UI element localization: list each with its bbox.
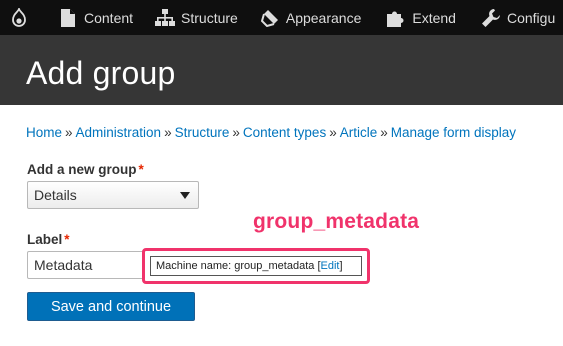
breadcrumb: Home» Administration» Structure» Content ty… <box>26 124 516 142</box>
file-icon <box>58 8 78 28</box>
breadcrumb-structure[interactable]: Structure <box>175 125 230 140</box>
wrench-icon <box>481 8 501 28</box>
required-marker: * <box>138 162 144 177</box>
add-group-label: Add a new group * <box>27 161 144 179</box>
save-and-continue-button[interactable]: Save and continue <box>27 292 195 321</box>
toolbar-item-appearance[interactable]: Appearance <box>260 0 362 35</box>
machine-name-field: Machine name: group_metadata [Edit] <box>150 256 362 276</box>
breadcrumb-separator: » <box>164 125 172 140</box>
group-type-select[interactable]: Details <box>27 181 199 209</box>
add-group-label-text: Add a new group <box>27 162 137 177</box>
sitemap-icon <box>155 8 176 28</box>
paintbrush-icon <box>260 8 280 28</box>
breadcrumb-manage-form-display[interactable]: Manage form display <box>391 125 516 140</box>
toolbar-item-label: Configu <box>506 9 556 26</box>
toolbar-item-extend[interactable]: Extend <box>386 0 456 35</box>
breadcrumb-separator: » <box>329 125 337 140</box>
toolbar-item-label: Extend <box>412 9 456 26</box>
toolbar-item-structure[interactable]: Structure <box>155 0 238 35</box>
machine-name-text: Machine name: group_metadata <box>156 260 315 272</box>
label-input-value: Metadata <box>34 257 93 273</box>
annotation-label: group_metadata <box>253 210 420 233</box>
chevron-down-icon <box>180 192 190 199</box>
label-field-label-text: Label <box>27 232 63 247</box>
group-type-select-value: Details <box>34 187 77 203</box>
drupal-logo-icon[interactable] <box>0 0 38 35</box>
page-title: Add group <box>26 55 176 91</box>
breadcrumb-separator: » <box>65 125 73 140</box>
breadcrumb-separator: » <box>232 125 240 140</box>
puzzle-icon <box>386 8 406 28</box>
toolbar-item-label: Appearance <box>285 9 362 26</box>
breadcrumb-administration[interactable]: Administration <box>76 125 162 140</box>
toolbar-item-label: Content <box>84 9 134 26</box>
breadcrumb-content-types[interactable]: Content types <box>243 125 326 140</box>
label-field-label: Label * <box>27 231 70 249</box>
label-input[interactable]: Metadata <box>27 251 149 279</box>
required-marker: * <box>64 232 70 247</box>
breadcrumb-separator: » <box>380 125 388 140</box>
breadcrumb-home[interactable]: Home <box>26 125 62 140</box>
toolbar-item-label: Structure <box>181 9 238 26</box>
breadcrumb-article[interactable]: Article <box>340 125 378 140</box>
toolbar-item-content[interactable]: Content <box>58 0 133 35</box>
machine-name-edit-link[interactable]: Edit <box>321 260 340 272</box>
toolbar-item-configuration[interactable]: Configu <box>481 0 555 35</box>
admin-toolbar: Content Structure Appearance Extend Conf… <box>0 0 563 35</box>
